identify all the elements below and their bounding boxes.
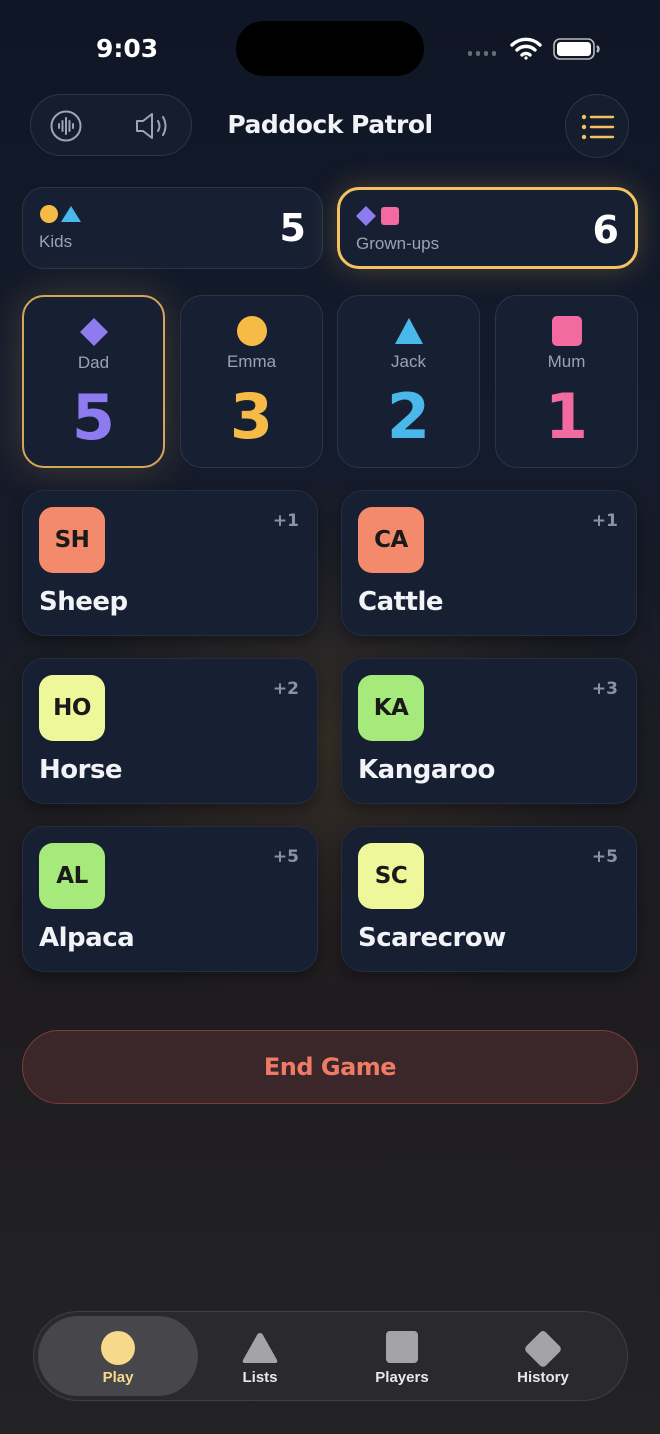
tab-label: Players: [375, 1369, 429, 1386]
animal-card-sheep[interactable]: SH +1 Sheep: [22, 490, 318, 636]
animal-code-badge: KA: [358, 675, 424, 741]
team-shapes: [356, 206, 402, 226]
player-name: Mum: [547, 352, 586, 371]
animal-name: Kangaroo: [358, 755, 495, 785]
animal-name: Sheep: [39, 587, 128, 617]
diamond-icon: [24, 317, 163, 347]
cellular-signal-icon: [468, 51, 496, 56]
animal-name: Horse: [39, 755, 123, 785]
circle-icon: [181, 316, 322, 346]
animal-points: +5: [591, 847, 618, 867]
animal-card-horse[interactable]: HO +2 Horse: [22, 658, 318, 804]
square-icon: [322, 1330, 482, 1364]
player-card-mum[interactable]: Mum 1: [495, 295, 638, 468]
team-shapes: [39, 204, 81, 224]
animal-card-kangaroo[interactable]: KA +3 Kangaroo: [341, 658, 637, 804]
status-time: 9:03: [96, 34, 159, 63]
team-card-kids[interactable]: Kids 5: [22, 187, 323, 269]
tab-lists[interactable]: Lists: [180, 1316, 340, 1396]
animal-points: +3: [591, 679, 618, 699]
team-score: 6: [592, 208, 619, 252]
tab-label: History: [517, 1369, 569, 1386]
animal-name: Scarecrow: [358, 923, 506, 953]
animal-card-scarecrow[interactable]: SC +5 Scarecrow: [341, 826, 637, 972]
animal-name: Alpaca: [39, 923, 135, 953]
animal-points: +1: [591, 511, 618, 531]
animal-code-badge: AL: [39, 843, 105, 909]
player-score: 2: [386, 380, 431, 453]
team-name: Grown-ups: [356, 234, 440, 253]
animal-code-badge: SC: [358, 843, 424, 909]
battery-icon: [553, 38, 601, 65]
triangle-icon: [180, 1330, 340, 1366]
diamond-icon: [356, 206, 376, 226]
status-bar: 9:03: [0, 0, 660, 96]
square-icon: [381, 207, 399, 225]
animal-points: +5: [272, 847, 299, 867]
dynamic-island: [236, 21, 424, 76]
animal-card-alpaca[interactable]: AL +5 Alpaca: [22, 826, 318, 972]
player-score: 1: [544, 380, 589, 453]
animal-code-badge: SH: [39, 507, 105, 573]
player-card-jack[interactable]: Jack 2: [337, 295, 480, 468]
tab-play[interactable]: Play: [38, 1316, 198, 1396]
page-title: Paddock Patrol: [227, 110, 433, 139]
tab-bar: Play Lists Players History: [33, 1311, 628, 1401]
tab-label: Lists: [242, 1369, 278, 1386]
team-card-grown-ups[interactable]: Grown-ups 6: [337, 187, 638, 269]
player-name: Dad: [77, 353, 110, 372]
tab-label: Play: [102, 1369, 134, 1386]
square-icon: [496, 316, 637, 346]
animal-name: Cattle: [358, 587, 444, 617]
wifi-icon: [510, 36, 542, 65]
animal-points: +2: [272, 679, 299, 699]
animal-points: +1: [272, 511, 299, 531]
player-name: Emma: [226, 352, 277, 371]
app-header: Paddock Patrol: [0, 92, 660, 162]
triangle-icon: [338, 316, 479, 346]
menu-button[interactable]: [565, 94, 629, 158]
player-score: 3: [229, 380, 274, 453]
list-menu-icon: [581, 114, 615, 140]
animal-code-badge: HO: [39, 675, 105, 741]
circle-icon: [38, 1330, 198, 1366]
player-score: 5: [71, 381, 116, 454]
animal-code-badge: CA: [358, 507, 424, 573]
triangle-icon: [61, 206, 81, 222]
diamond-icon: [463, 1330, 623, 1368]
tab-history[interactable]: History: [463, 1316, 623, 1396]
team-name: Kids: [39, 232, 73, 251]
animal-card-cattle[interactable]: CA +1 Cattle: [341, 490, 637, 636]
end-game-button[interactable]: End Game: [22, 1030, 638, 1104]
player-name: Jack: [391, 352, 426, 371]
player-card-dad[interactable]: Dad 5: [22, 295, 165, 468]
circle-icon: [40, 205, 58, 223]
team-score: 5: [279, 206, 306, 250]
tab-players[interactable]: Players: [322, 1316, 482, 1396]
player-card-emma[interactable]: Emma 3: [180, 295, 323, 468]
